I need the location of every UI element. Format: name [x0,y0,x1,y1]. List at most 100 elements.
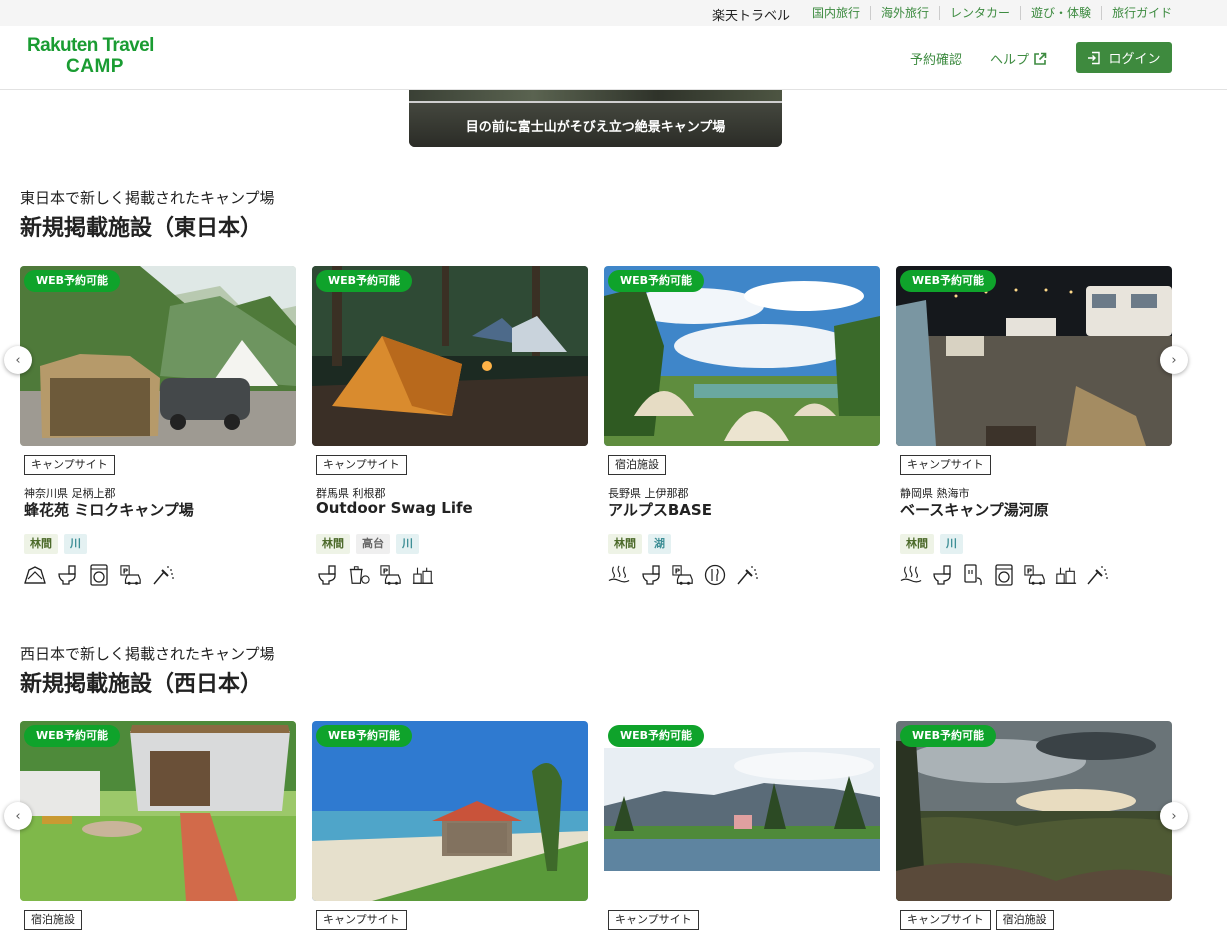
web-booking-badge: WEB予約可能 [608,270,705,292]
toilet-icon [316,564,338,586]
camp-card[interactable]: WEB予約可能 キャンプサイト 群馬県 利根郡 Outdoor Swag Lif… [312,266,588,585]
camp-photo: WEB予約可能 [312,266,588,446]
feature-tag: 林間 [24,534,58,554]
category-tag: キャンプサイト [608,910,699,930]
camp-card[interactable]: WEB予約可能 キャンプサイト 神奈川県 足柄上郡 蜂花苑 ミロクキャンプ場 林… [20,266,296,586]
camp-card[interactable]: WEB予約可能 キャンプサイト 宿泊施設 [896,721,1172,930]
power-outlet-icon [962,564,984,586]
logo-line2: CAMP [66,56,124,77]
util-link-activities[interactable]: 遊び・体験 [1020,6,1101,20]
east-section-title: 新規掲載施設（東日本） [20,216,263,241]
east-carousel-next-button[interactable]: › [1160,346,1188,374]
site-header: Rakuten Travel CAMP 予約確認 ヘルプ ログイン [0,26,1227,90]
west-section-subtitle: 西日本で新しく掲載されたキャンプ場 [20,645,275,663]
web-booking-badge: WEB予約可能 [900,725,997,747]
rakuten-travel-link[interactable]: 楽天トラベル [712,5,790,24]
svg-text:P: P [675,567,681,576]
camp-name[interactable]: Outdoor Swag Life [316,499,473,517]
parking-icon: P [380,564,402,586]
toilet-icon [640,564,662,586]
chevron-left-icon: ‹ [15,352,21,368]
category-tag: キャンプサイト [316,455,407,475]
west-carousel-prev-button[interactable]: ‹ [4,802,32,830]
camp-photo: WEB予約可能 [20,721,296,901]
camp-name[interactable]: ベースキャンプ湯河原 [900,499,1049,520]
west-carousel: WEB予約可能 宿泊施設 WEB予約可能 キャンプサイト WEB予約可能 キャン… [20,721,1172,939]
east-carousel-prev-button[interactable]: ‹ [4,346,32,374]
category-tag: キャンプサイト [24,455,115,475]
camp-photo: WEB予約可能 [604,266,880,446]
reservation-check-link[interactable]: 予約確認 [910,49,962,68]
trash-icon [348,564,370,586]
svg-text:P: P [383,567,389,576]
web-booking-badge: WEB予約可能 [316,725,413,747]
rental-icon [1055,564,1077,586]
east-section-subtitle: 東日本で新しく掲載されたキャンプ場 [20,189,275,207]
login-label: ログイン [1108,52,1161,67]
camp-card[interactable]: WEB予約可能 キャンプサイト [312,721,588,930]
external-link-icon [1034,52,1047,65]
feature-tag: 湖 [648,534,671,554]
restaurant-icon [704,564,726,586]
chevron-left-icon: ‹ [15,808,21,824]
camp-name[interactable]: アルプスBASE [608,499,712,520]
help-label: ヘルプ [990,53,1030,68]
login-icon [1088,51,1101,64]
west-section-title: 新規掲載施設（西日本） [20,672,263,697]
west-carousel-next-button[interactable]: › [1160,802,1188,830]
camp-photo: WEB予約可能 [312,721,588,901]
chevron-right-icon: › [1171,352,1177,368]
logo-line1: Rakuten Travel [27,35,154,56]
toilet-icon [931,564,953,586]
camp-card[interactable]: WEB予約可能 宿泊施設 長野県 上伊那郡 アルプスBASE 林間 湖 P [604,266,880,586]
category-tag: キャンプサイト [900,910,991,930]
east-carousel: WEB予約可能 キャンプサイト 神奈川県 足柄上郡 蜂花苑 ミロクキャンプ場 林… [20,266,1172,606]
camp-photo: WEB予約可能 [896,266,1172,446]
category-tag: 宿泊施設 [608,455,666,475]
util-link-rentacar[interactable]: レンタカー [939,6,1020,20]
parking-icon: P [120,564,142,586]
web-booking-badge: WEB予約可能 [24,270,121,292]
svg-text:P: P [1027,567,1033,576]
help-link[interactable]: ヘルプ [990,49,1047,68]
camp-photo: WEB予約可能 [896,721,1172,901]
web-booking-badge: WEB予約可能 [316,270,413,292]
featured-banner[interactable]: 目の前に富士山がそびえ立つ絶景キャンプ場 [409,90,782,147]
util-link-overseas[interactable]: 海外旅行 [870,6,939,20]
tent-site-icon [24,564,46,586]
category-tag: 宿泊施設 [24,910,82,930]
rental-icon [412,564,434,586]
washing-machine-icon [993,564,1015,586]
site-logo[interactable]: Rakuten Travel CAMP [27,36,167,78]
web-booking-badge: WEB予約可能 [900,270,997,292]
banner-caption: 目の前に富士山がそびえ立つ絶景キャンプ場 [409,103,782,147]
svg-text:P: P [123,567,129,576]
shower-icon [736,564,758,586]
feature-tag: 川 [64,534,87,554]
chevron-right-icon: › [1171,808,1177,824]
category-tag: キャンプサイト [900,455,991,475]
parking-icon: P [1024,564,1046,586]
camp-card[interactable]: WEB予約可能 宿泊施設 [20,721,296,930]
feature-tag: 林間 [608,534,642,554]
feature-tag: 川 [940,534,963,554]
util-link-domestic[interactable]: 国内旅行 [802,6,870,20]
web-booking-badge: WEB予約可能 [608,725,705,747]
feature-tag: 川 [396,534,419,554]
util-link-guide[interactable]: 旅行ガイド [1101,6,1182,20]
feature-tag: 林間 [316,534,350,554]
utility-bar: 楽天トラベル 国内旅行 海外旅行 レンタカー 遊び・体験 旅行ガイド [0,0,1227,26]
feature-tag: 高台 [356,534,390,554]
washing-machine-icon [88,564,110,586]
login-button[interactable]: ログイン [1076,42,1172,73]
category-tag: キャンプサイト [316,910,407,930]
camp-card[interactable]: WEB予約可能 キャンプサイト [604,721,880,930]
hot-spring-icon [608,564,630,586]
camp-photo: WEB予約可能 [604,721,880,901]
shower-icon [152,564,174,586]
shower-icon [1086,564,1108,586]
camp-name[interactable]: 蜂花苑 ミロクキャンプ場 [24,499,194,520]
category-tag: 宿泊施設 [995,910,1054,930]
toilet-icon [56,564,78,586]
camp-card[interactable]: WEB予約可能 キャンプサイト 静岡県 熱海市 ベースキャンプ湯河原 林間 川 … [896,266,1172,586]
